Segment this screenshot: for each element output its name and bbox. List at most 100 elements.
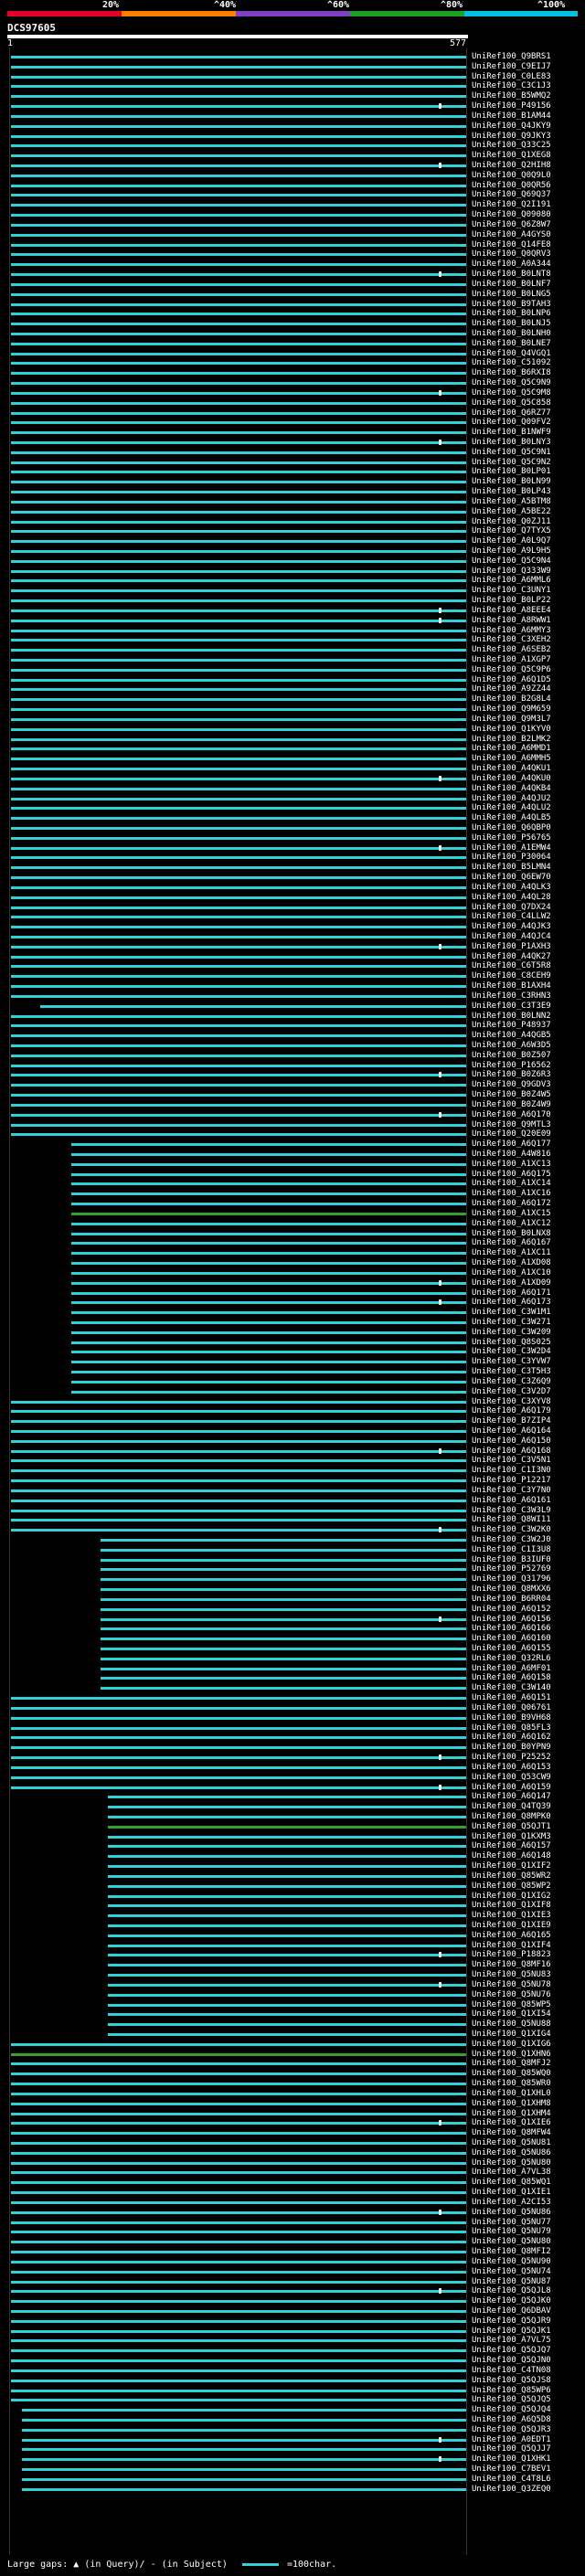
hit-alignment-bar[interactable] <box>101 1667 466 1670</box>
hit-alignment-bar[interactable] <box>71 1281 466 1285</box>
hit-alignment-bar[interactable] <box>11 56 466 58</box>
hit-alignment-bar[interactable] <box>11 2329 466 2333</box>
hit-alignment-bar[interactable] <box>11 2339 466 2343</box>
hit-alignment-bar[interactable] <box>11 2241 466 2244</box>
hit-label[interactable]: UniRef100_A6Q165 <box>472 1931 551 1941</box>
hit-alignment-bar[interactable] <box>11 688 466 692</box>
hit-label[interactable]: UniRef100_A4QJK3 <box>472 922 551 932</box>
hit-alignment-bar[interactable] <box>11 154 466 158</box>
hit-label[interactable]: UniRef100_B0LP01 <box>472 467 551 477</box>
hit-label[interactable]: UniRef100_A6MF01 <box>472 1664 551 1674</box>
hit-alignment-bar[interactable] <box>71 1330 466 1334</box>
hit-alignment-bar[interactable] <box>11 411 466 415</box>
hit-alignment-bar[interactable] <box>11 1044 466 1047</box>
hit-alignment-bar[interactable] <box>11 2112 466 2115</box>
hit-alignment-bar[interactable] <box>11 1123 466 1127</box>
hit-alignment-bar[interactable] <box>11 698 466 702</box>
hit-alignment-bar[interactable] <box>11 2290 466 2294</box>
hit-alignment-bar[interactable] <box>11 876 466 880</box>
hit-label[interactable]: UniRef100_B7ZIP4 <box>472 1416 551 1426</box>
hit-label[interactable]: UniRef100_Q5QJK1 <box>472 2327 551 2337</box>
hit-alignment-bar[interactable] <box>11 391 466 395</box>
hit-alignment-bar[interactable] <box>11 184 466 187</box>
hit-alignment-bar[interactable] <box>11 807 466 811</box>
hit-label[interactable]: UniRef100_Q9M3L7 <box>472 715 551 725</box>
hit-label[interactable]: UniRef100_P56765 <box>472 833 551 843</box>
hit-alignment-bar[interactable] <box>71 1341 466 1344</box>
hit-label[interactable]: UniRef100_Q5QJK0 <box>472 2296 551 2306</box>
hit-label[interactable]: UniRef100_B2G8L4 <box>472 694 551 705</box>
hit-alignment-bar[interactable] <box>108 1806 466 1809</box>
hit-alignment-bar[interactable] <box>101 1597 466 1601</box>
hit-alignment-bar[interactable] <box>108 2003 466 2007</box>
hit-alignment-bar[interactable] <box>11 1776 466 1779</box>
hit-alignment-bar[interactable] <box>71 1162 466 1166</box>
hit-label[interactable]: UniRef100_A1XGP7 <box>472 655 551 665</box>
hit-alignment-bar[interactable] <box>11 2102 466 2105</box>
hit-alignment-bar[interactable] <box>11 1400 466 1404</box>
hit-label[interactable]: UniRef100_B0Z4W9 <box>472 1100 551 1110</box>
hit-label[interactable]: UniRef100_Q0QRV3 <box>472 249 551 260</box>
hit-label[interactable]: UniRef100_Q5QJR9 <box>472 2316 551 2327</box>
hit-label[interactable]: UniRef100_B0LNH0 <box>472 329 551 339</box>
hit-label[interactable]: UniRef100_Q09FV2 <box>472 418 551 428</box>
hit-alignment-bar[interactable] <box>11 1024 466 1028</box>
hit-label[interactable]: UniRef100_A6Q175 <box>472 1170 551 1180</box>
hit-label[interactable]: UniRef100_P18823 <box>472 1950 551 1960</box>
hit-alignment-bar[interactable] <box>71 1380 466 1383</box>
hit-alignment-bar[interactable] <box>11 659 466 663</box>
hit-alignment-bar[interactable] <box>108 1874 466 1878</box>
hit-label[interactable]: UniRef100_Q5C858 <box>472 398 551 408</box>
hit-label[interactable]: UniRef100_Q5QJQ5 <box>472 2395 551 2405</box>
hit-label[interactable]: UniRef100_P48937 <box>472 1021 551 1031</box>
hit-alignment-bar[interactable] <box>11 2171 466 2175</box>
hit-alignment-bar[interactable] <box>11 1094 466 1097</box>
hit-alignment-bar[interactable] <box>11 313 466 316</box>
hit-alignment-bar[interactable] <box>11 401 466 405</box>
hit-alignment-bar[interactable] <box>108 1904 466 1908</box>
hit-label[interactable]: UniRef100_A9L9H5 <box>472 546 551 557</box>
hit-alignment-bar[interactable] <box>11 2270 466 2274</box>
hit-alignment-bar[interactable] <box>108 2023 466 2027</box>
hit-label[interactable]: UniRef100_A5BTM8 <box>472 497 551 507</box>
hit-label[interactable]: UniRef100_B0LNG5 <box>472 290 551 300</box>
hit-alignment-bar[interactable] <box>11 1716 466 1720</box>
hit-alignment-bar[interactable] <box>108 1815 466 1818</box>
hit-label[interactable]: UniRef100_C0LE83 <box>472 72 551 82</box>
hit-label[interactable]: UniRef100_A4GYS0 <box>472 230 551 240</box>
hit-alignment-bar[interactable] <box>108 2033 466 2036</box>
hit-label[interactable]: UniRef100_A6Q172 <box>472 1199 551 1209</box>
hit-label[interactable]: UniRef100_Q1XEG8 <box>472 151 551 161</box>
hit-alignment-bar[interactable] <box>11 569 466 573</box>
hit-label[interactable]: UniRef100_A1XC13 <box>472 1160 551 1170</box>
hit-alignment-bar[interactable] <box>108 1944 466 1947</box>
hit-label[interactable]: UniRef100_Q5QJS8 <box>472 2376 551 2386</box>
hit-label[interactable]: UniRef100_Q4JKY9 <box>472 122 551 132</box>
hit-alignment-bar[interactable] <box>71 1361 466 1364</box>
hit-label[interactable]: UniRef100_Q5C9N4 <box>472 557 551 567</box>
hit-alignment-bar[interactable] <box>11 302 466 306</box>
hit-alignment-bar[interactable] <box>11 817 466 821</box>
hit-alignment-bar[interactable] <box>11 263 466 267</box>
hit-alignment-bar[interactable] <box>71 1371 466 1374</box>
hit-alignment-bar[interactable] <box>11 1459 466 1463</box>
hit-label[interactable]: UniRef100_Q7TYX5 <box>472 526 551 536</box>
hit-alignment-bar[interactable] <box>11 372 466 376</box>
hit-label[interactable]: UniRef100_B0Z4W5 <box>472 1090 551 1100</box>
hit-label[interactable]: UniRef100_C1I3N0 <box>472 1466 551 1476</box>
hit-label[interactable]: UniRef100_B2LMK2 <box>472 735 551 745</box>
hit-alignment-bar[interactable] <box>11 1786 466 1789</box>
hit-label[interactable]: UniRef100_A6Q179 <box>472 1406 551 1416</box>
hit-label[interactable]: UniRef100_C9EIJ7 <box>472 62 551 72</box>
hit-alignment-bar[interactable] <box>11 194 466 197</box>
hit-alignment-bar[interactable] <box>11 856 466 860</box>
hit-label[interactable]: UniRef100_B9VH68 <box>472 1713 551 1723</box>
hit-label[interactable]: UniRef100_A6Q160 <box>472 1634 551 1644</box>
hit-alignment-bar[interactable] <box>11 619 466 622</box>
hit-alignment-bar[interactable] <box>11 1054 466 1057</box>
hit-alignment-bar[interactable] <box>71 1143 466 1147</box>
hit-label[interactable]: UniRef100_B0LNN2 <box>472 1012 551 1022</box>
hit-label[interactable]: UniRef100_C4LLW2 <box>472 912 551 922</box>
hit-alignment-bar[interactable] <box>11 2042 466 2046</box>
hit-alignment-bar[interactable] <box>71 1193 466 1196</box>
